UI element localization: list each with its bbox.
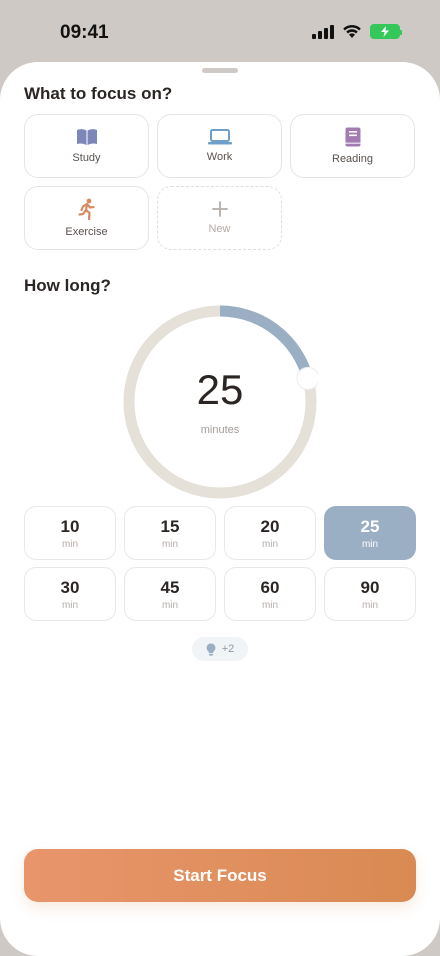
duration-section-title: How long? xyxy=(24,276,111,295)
focus-setup-sheet: What to focus on? Study Work Reading Exe… xyxy=(0,62,440,956)
category-work[interactable]: Work xyxy=(157,114,282,178)
notebook-icon xyxy=(345,127,360,147)
tip-label: +2 xyxy=(221,643,235,655)
status-time: 09:41 xyxy=(60,22,109,43)
book-icon xyxy=(76,129,97,145)
duration-unit: min xyxy=(161,599,179,611)
category-reading[interactable]: Reading xyxy=(290,114,415,178)
duration-unit: min xyxy=(361,538,379,550)
category-label: Reading xyxy=(332,153,373,165)
duration-unit: min xyxy=(261,599,279,611)
category-exercise[interactable]: Exercise xyxy=(24,186,149,250)
category-label: Exercise xyxy=(65,226,108,238)
category-label: Study xyxy=(72,152,101,164)
dial-value: 25 xyxy=(196,366,244,413)
duration-option-10[interactable]: 10 min xyxy=(24,506,116,560)
status-bar: 09:41 xyxy=(0,0,440,62)
sheet-grabber[interactable] xyxy=(202,68,238,73)
duration-option-60[interactable]: 60 min xyxy=(224,567,316,621)
start-focus-button[interactable]: Start Focus xyxy=(24,849,416,902)
duration-value: 25 xyxy=(360,516,380,536)
category-study[interactable]: Study xyxy=(24,114,149,178)
duration-option-45[interactable]: 45 min xyxy=(124,567,216,621)
category-new[interactable]: New xyxy=(157,186,282,250)
duration-value: 15 xyxy=(160,516,180,536)
duration-unit: min xyxy=(61,538,79,550)
duration-unit: min xyxy=(261,538,279,550)
duration-option-90[interactable]: 90 min xyxy=(324,567,416,621)
battery-charging-icon xyxy=(370,24,402,39)
duration-value: 30 xyxy=(60,577,80,597)
duration-option-25[interactable]: 25 min xyxy=(324,506,416,560)
duration-value: 20 xyxy=(260,516,280,536)
cellular-signal-icon xyxy=(312,24,334,39)
duration-value: 60 xyxy=(260,577,280,597)
duration-unit: min xyxy=(361,599,379,611)
duration-option-15[interactable]: 15 min xyxy=(124,506,216,560)
duration-unit: min xyxy=(61,599,79,611)
lightbulb-icon xyxy=(206,642,216,656)
focus-section-title: What to focus on? xyxy=(24,84,173,103)
duration-option-30[interactable]: 30 min xyxy=(24,567,116,621)
laptop-icon xyxy=(207,129,232,145)
duration-value: 10 xyxy=(60,516,80,536)
status-icons xyxy=(312,24,402,39)
duration-dial[interactable]: 25 minutes xyxy=(122,304,320,500)
duration-value: 90 xyxy=(360,577,380,597)
category-label: Work xyxy=(206,151,233,163)
category-label: New xyxy=(208,223,231,235)
wifi-icon xyxy=(343,24,361,38)
duration-option-20[interactable]: 20 min xyxy=(224,506,316,560)
dial-unit: minutes xyxy=(200,424,240,436)
duration-unit: min xyxy=(161,538,179,550)
tip-pill[interactable]: +2 xyxy=(192,637,248,661)
running-icon xyxy=(77,198,95,220)
duration-value: 45 xyxy=(160,577,180,597)
plus-icon xyxy=(211,201,228,217)
